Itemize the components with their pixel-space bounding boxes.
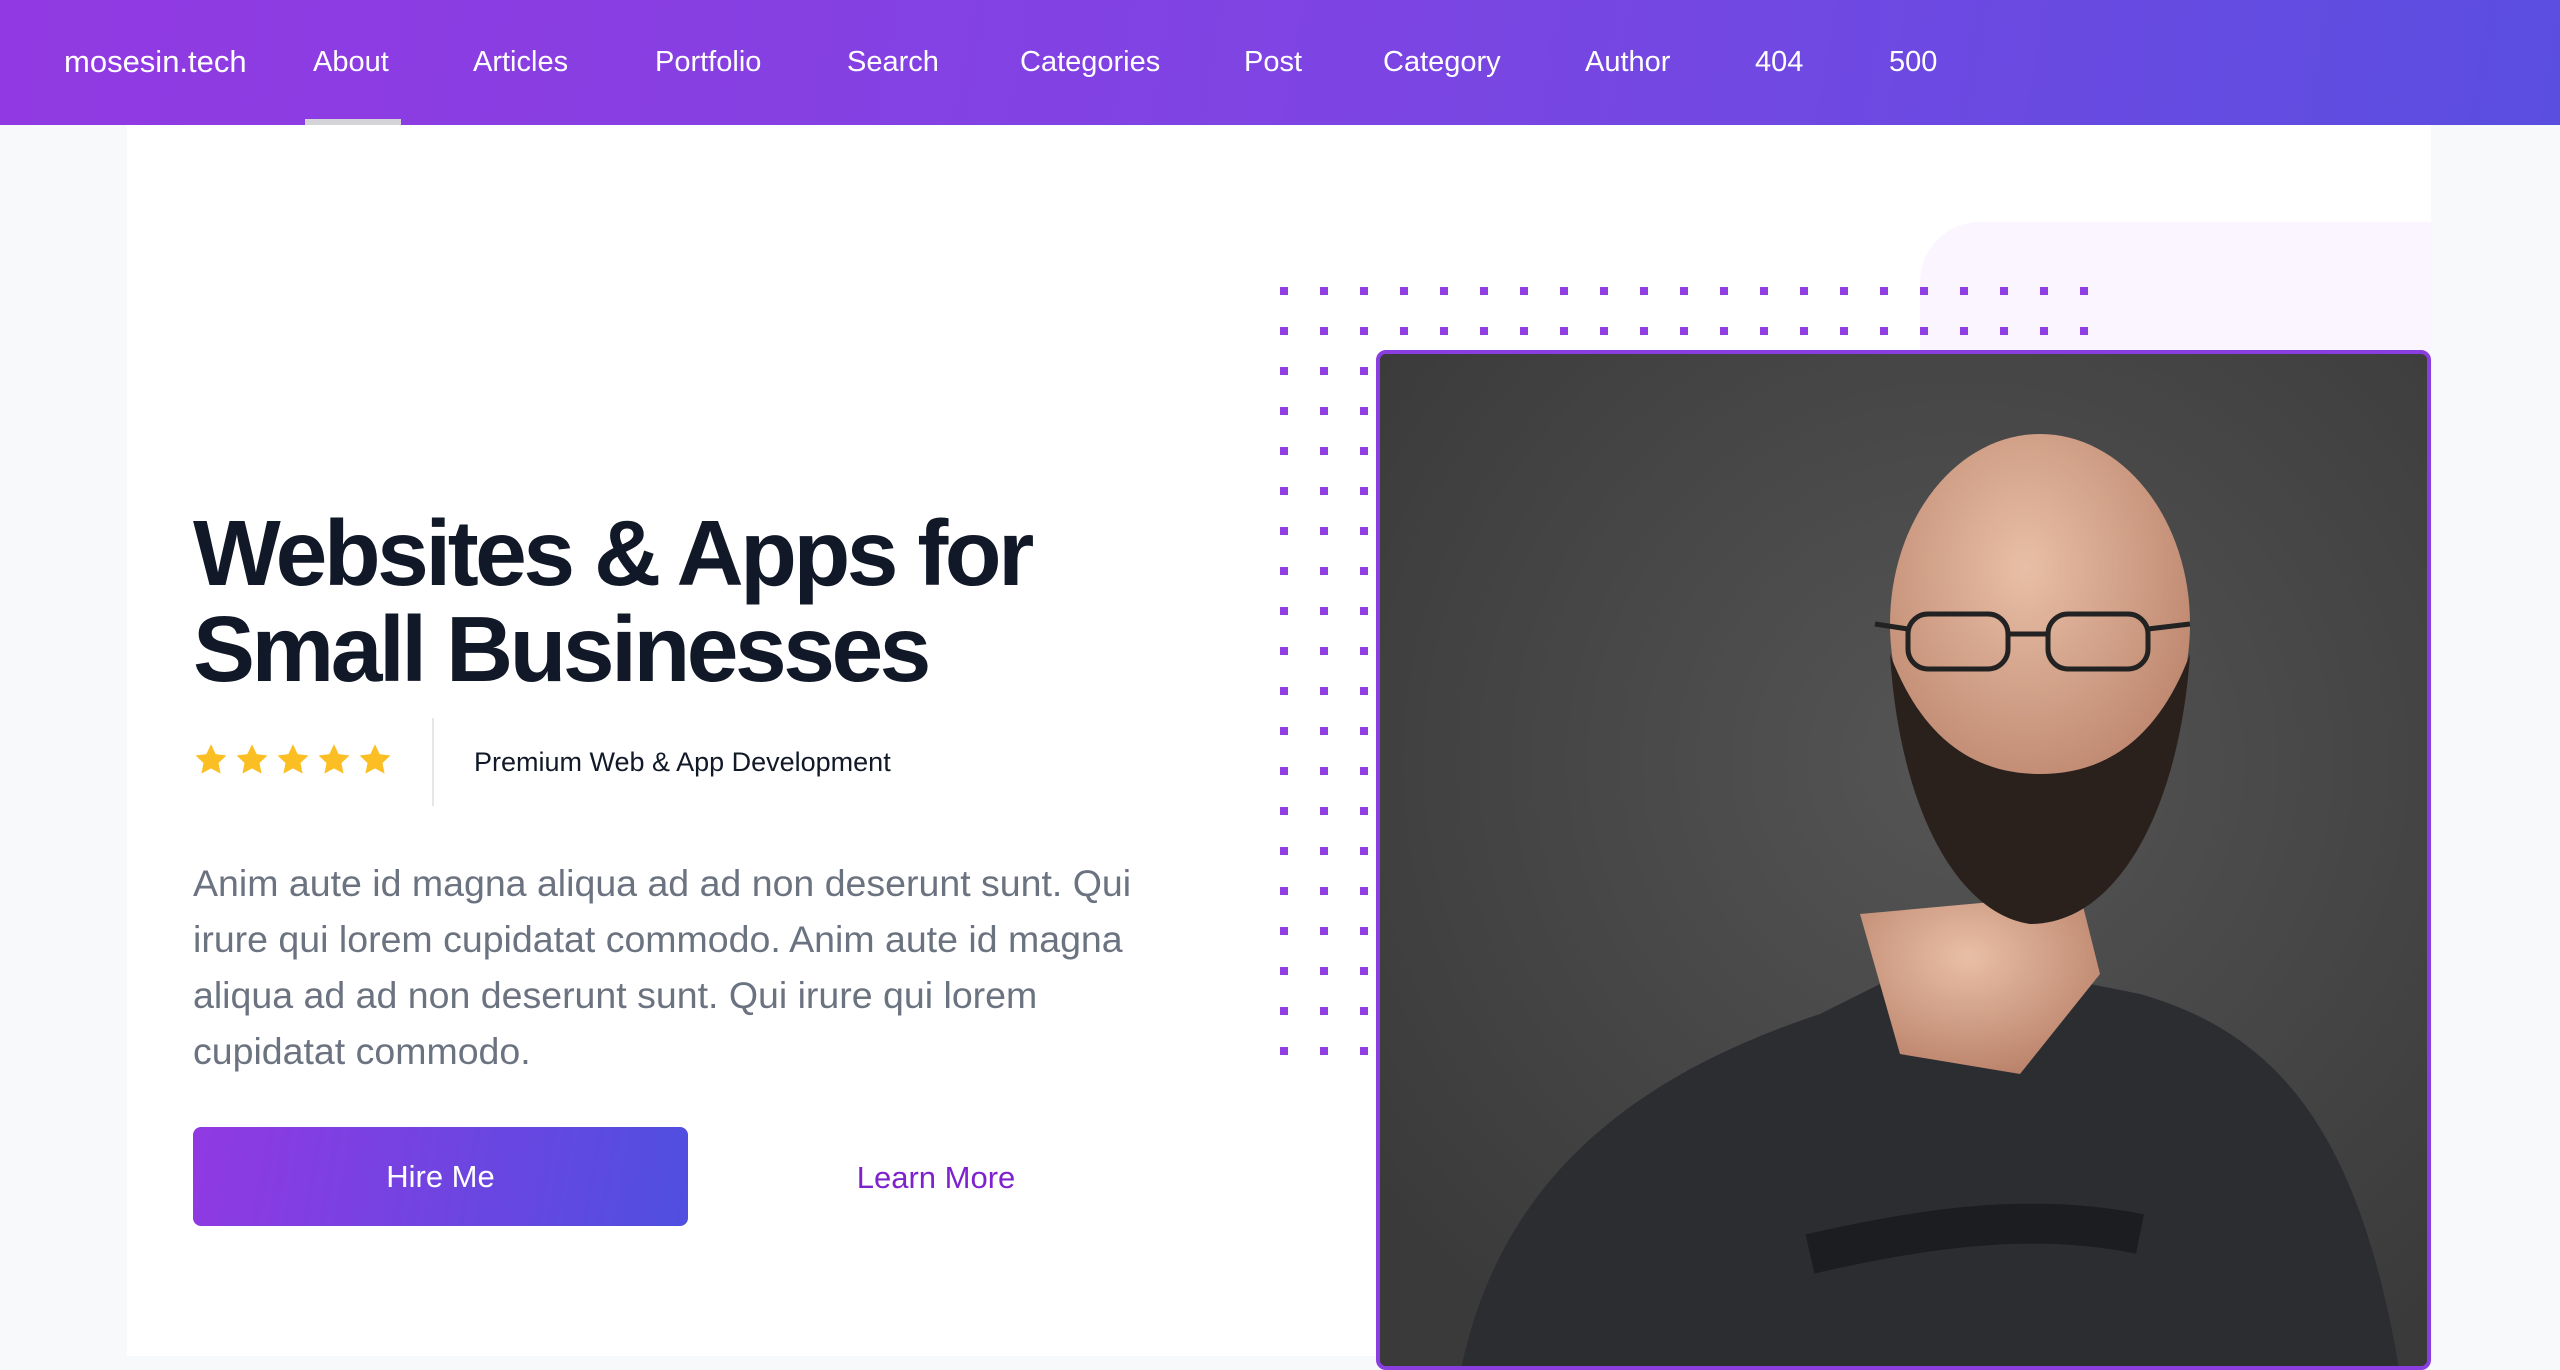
top-navbar: mosesin.tech About Articles Portfolio Se…: [0, 0, 2560, 125]
nav-articles[interactable]: Articles: [473, 40, 568, 84]
hero-title: Websites & Apps for Small Businesses: [193, 505, 1243, 697]
learn-more-link[interactable]: Learn More: [793, 1158, 1079, 1198]
nav-500[interactable]: 500: [1889, 40, 1937, 84]
nav-post[interactable]: Post: [1244, 40, 1302, 84]
star-rating: [193, 742, 393, 778]
star-icon: [359, 744, 391, 774]
nav-author[interactable]: Author: [1585, 40, 1670, 84]
nav-portfolio[interactable]: Portfolio: [655, 40, 761, 84]
star-icon: [236, 744, 268, 774]
star-icon: [277, 744, 309, 774]
star-icon: [195, 744, 227, 774]
nav-category[interactable]: Category: [1383, 40, 1501, 84]
hero-description: Anim aute id magna aliqua ad ad non dese…: [193, 862, 1132, 1072]
site-logo[interactable]: mosesin.tech: [64, 40, 247, 84]
portrait-image: [1380, 354, 2427, 1366]
tagline: Premium Web & App Development: [474, 747, 891, 777]
nav-categories[interactable]: Categories: [1020, 40, 1160, 84]
vertical-divider: [432, 718, 434, 806]
nav-search[interactable]: Search: [847, 40, 939, 84]
hire-me-button[interactable]: Hire Me: [193, 1127, 688, 1226]
star-icon: [318, 744, 350, 774]
hero-title-line1: Websites & Apps for: [193, 501, 1034, 605]
nav-about[interactable]: About: [313, 40, 389, 84]
profile-photo: [1376, 350, 2431, 1370]
hero-title-line2: Small Businesses: [193, 597, 931, 701]
nav-404[interactable]: 404: [1755, 40, 1803, 84]
